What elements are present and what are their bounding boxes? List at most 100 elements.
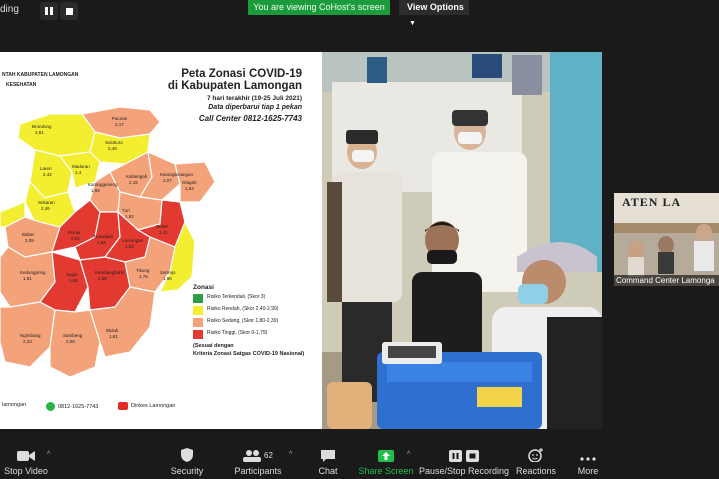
region-name-label: Maduran	[72, 164, 90, 169]
region-name-label: Kalitengah	[126, 174, 148, 179]
region-score-label: 1,68	[97, 240, 106, 245]
legend-swatch-green	[193, 294, 203, 303]
region-score-label: 2,09	[25, 238, 34, 243]
region-score-label: 1,92	[125, 214, 134, 219]
video-options-caret[interactable]: ^	[47, 451, 50, 458]
region-score-label: 1,92	[91, 188, 100, 193]
view-options-label: View Options	[407, 2, 464, 12]
legend-label: Risiko Sedang, (Skor 1,80-2,39)	[207, 318, 279, 324]
security-label: Security	[170, 466, 204, 476]
viewing-banner: You are viewing CoHost's screen	[248, 0, 390, 15]
share-arrow-icon	[378, 440, 394, 462]
shield-icon	[181, 440, 193, 462]
region-score-label: 1,52	[125, 244, 134, 249]
legend-item: Risiko Tinggi, (Skor 0-1,79)	[193, 330, 304, 339]
region-name-label: Glagah	[182, 180, 197, 185]
region-score-label: 2,17	[115, 122, 124, 127]
participant-name: Command Center Lamonga	[614, 275, 719, 286]
region-name-label: Solokuro	[105, 140, 123, 145]
footer-whatsapp: 0812-1625-7743	[46, 402, 98, 411]
region-score-label: 1,98	[163, 276, 172, 281]
participant-banner-text: ATEN LA	[622, 195, 682, 209]
region-name-label: Sukodadi	[94, 234, 113, 239]
footer-youtube: Dinkes Lamongan	[118, 402, 175, 410]
region-score-label: 2,15	[129, 180, 138, 185]
more-button[interactable]: More	[574, 440, 602, 479]
pause-share-button[interactable]	[40, 2, 58, 20]
region-name-label: Babat	[22, 232, 35, 237]
region-name-label: Brondong	[32, 124, 52, 129]
region-score-label: 2,09	[66, 339, 75, 344]
district-map: Paciran2,17 Brondong2,51 Solokuro2,49 Laren…	[0, 106, 216, 378]
region-score-label: 2,42	[43, 172, 52, 177]
region-score-label: 2,51	[35, 130, 44, 135]
legend-swatch-red	[193, 330, 203, 339]
side-participant-video[interactable]: ATEN LA Command Center Lamonga	[614, 193, 719, 286]
region-score-label: 2,01	[71, 236, 80, 241]
region-name-label: Lamongan	[122, 238, 144, 243]
pause-recording-label: Pause/Stop Recording	[418, 466, 510, 476]
share-screen-label: Share Screen	[358, 466, 414, 476]
region-name-label: Pucuk	[68, 230, 81, 235]
stop-video-label: Stop Video	[4, 466, 48, 476]
region-score-label: 1,41	[159, 230, 168, 235]
participants-count: 62	[264, 451, 273, 460]
legend-title: Zonasi	[193, 284, 214, 291]
youtube-icon	[118, 402, 128, 410]
chat-button[interactable]: Chat	[314, 440, 342, 479]
legend-item: Risiko Rendah, (Skor 2,40-2,99)	[193, 306, 304, 315]
security-button[interactable]: Security	[168, 440, 206, 479]
stop-share-button[interactable]	[60, 2, 78, 20]
share-screen-button[interactable]: Share Screen	[358, 440, 414, 479]
region-score-label: 1,55	[69, 278, 78, 283]
legend-label: Risiko Rendah, (Skor 2,40-2,99)	[207, 306, 279, 312]
region-name-label: Ngimbang	[20, 333, 41, 338]
zonasi-map-poster: NTAH KABUPATEN LAMONGAN KESEHATAN Peta Z…	[0, 52, 322, 429]
whatsapp-icon	[46, 402, 55, 411]
region-name-label: Turi	[122, 208, 130, 213]
source-note-2: Kriteria Zonasi Satgas COVID-19 Nasional…	[193, 351, 305, 357]
window-title-text: ding	[0, 4, 19, 15]
view-options-button[interactable]: View Options ▼	[399, 0, 469, 27]
region-score-label: 2,23	[23, 339, 32, 344]
legend-swatch-yellow	[193, 306, 203, 315]
map-legend: Zonasi Risiko Terkendali, (Skor 3) Risik…	[193, 284, 304, 358]
ellipsis-icon	[580, 440, 596, 462]
region-score-label: 2,07	[163, 178, 172, 183]
region-name-label: Deket	[156, 224, 169, 229]
region-name-label: Bluluk	[106, 328, 119, 333]
shared-screen: NTAH KABUPATEN LAMONGAN KESEHATAN Peta Z…	[0, 52, 602, 429]
share-options-caret[interactable]: ^	[407, 451, 410, 458]
vaccination-photo	[322, 52, 602, 429]
chat-label: Chat	[318, 466, 338, 476]
region-name-label: Karangbinangun	[160, 172, 194, 177]
photo-scene	[322, 52, 602, 429]
stop-icon	[65, 7, 73, 15]
legend-swatch-orange	[193, 318, 203, 327]
recording-controls-icon	[449, 440, 479, 462]
reactions-button[interactable]: Reactions	[516, 440, 556, 479]
chevron-down-icon: ▼	[409, 20, 416, 27]
region-sambeng	[49, 309, 101, 378]
participants-icon-wrap: 62	[243, 440, 273, 462]
region-name-label: Sarirejo	[160, 270, 176, 275]
participants-options-caret[interactable]: ^	[289, 451, 292, 458]
more-label: More	[577, 466, 599, 476]
smiley-plus-icon	[528, 440, 544, 462]
region-name-label: Tikung	[136, 268, 150, 273]
participants-button[interactable]: 62 Participants	[233, 440, 283, 479]
stop-video-button[interactable]: Stop Video	[4, 440, 48, 479]
legend-label: Risiko Terkendali, (Skor 3)	[207, 294, 266, 300]
pause-icon	[45, 7, 53, 15]
footer-instagram: lamongan	[2, 402, 26, 408]
reactions-label: Reactions	[515, 466, 557, 476]
footer-left-text: lamongan	[2, 402, 27, 408]
pause-stop-recording-button[interactable]: Pause/Stop Recording	[418, 440, 510, 479]
source-note-1: (Sesuai dengan	[193, 343, 234, 349]
region-name-label: Sugio	[66, 272, 78, 277]
chat-bubble-icon	[321, 440, 335, 462]
legend-item: Risiko Sedang, (Skor 1,80-2,39)	[193, 318, 304, 327]
region-brondong	[17, 113, 96, 157]
region-score-label: 1,91	[23, 276, 32, 281]
region-name-label: Karanggeneng	[88, 182, 118, 187]
